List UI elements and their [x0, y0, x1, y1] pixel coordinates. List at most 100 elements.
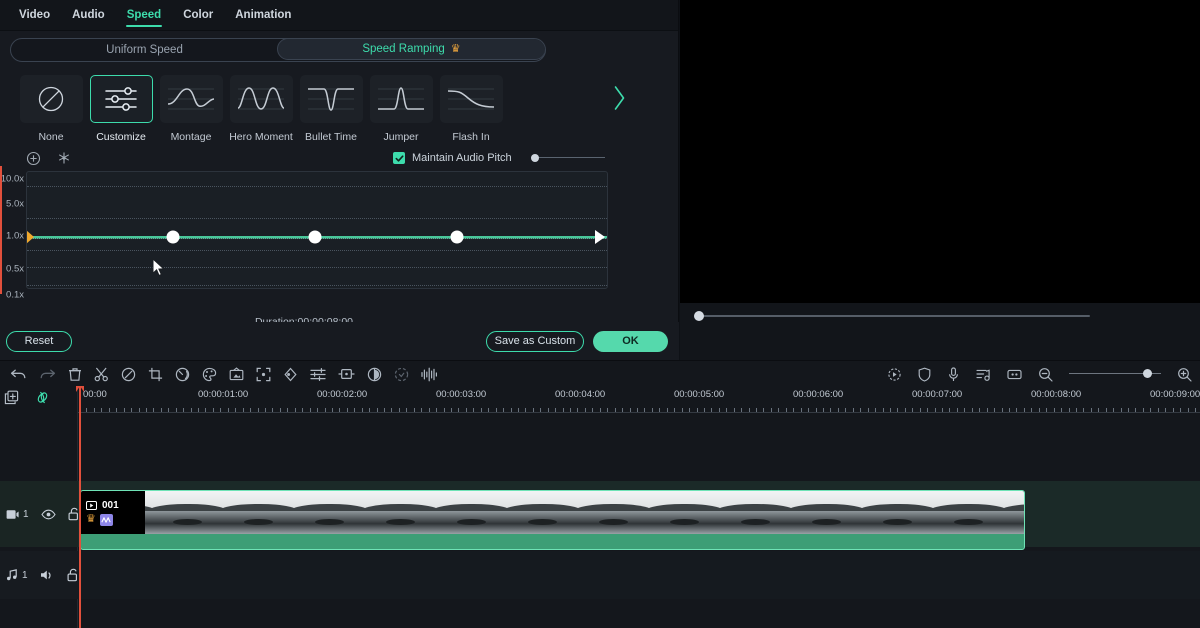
ruler-tick [956, 408, 958, 412]
curve-end-handle[interactable] [595, 230, 605, 244]
ruler-tick [994, 408, 996, 412]
speed-button[interactable] [175, 367, 190, 382]
auto-reframe-button[interactable] [256, 367, 271, 382]
unlock-icon[interactable] [67, 568, 79, 582]
speed-ramp-icon [99, 513, 113, 526]
preset-montage[interactable]: Montage [156, 75, 226, 143]
preset-hero-moment[interactable]: Hero Moment [226, 75, 296, 143]
filmstrip-frame [365, 491, 436, 534]
audio-track-lane[interactable] [78, 551, 1200, 599]
save-as-custom-button[interactable]: Save as Custom [486, 330, 584, 352]
slider-knob[interactable] [530, 154, 539, 162]
split-button[interactable] [94, 367, 109, 382]
speed-curve-canvas[interactable] [26, 171, 608, 289]
detach-audio-button[interactable] [367, 367, 382, 382]
speaker-icon[interactable] [40, 569, 55, 581]
video-track-number: 1 [23, 508, 29, 520]
undo-button[interactable] [10, 367, 27, 382]
speed-mode-switch[interactable]: Uniform Speed Speed Ramping ♛ [10, 38, 546, 62]
filmstrip-frame [1004, 491, 1024, 534]
curve-playhead[interactable] [0, 166, 2, 294]
ruler-tick [168, 408, 170, 412]
preview-seek-slider[interactable] [694, 310, 1090, 322]
video-track-icon [6, 509, 19, 519]
ruler-tick [577, 408, 579, 412]
audio-waveform-button[interactable] [421, 367, 437, 382]
crop-button[interactable] [148, 367, 163, 382]
audio-track-header[interactable]: 1 [0, 551, 78, 599]
ruler-tick [361, 408, 363, 412]
ruler-tick [942, 408, 944, 412]
stabilization-button[interactable] [394, 367, 409, 382]
delete-button[interactable] [68, 367, 82, 382]
marker-button[interactable] [1007, 368, 1022, 381]
ruler-timecode-label: 00:00:01:00 [198, 389, 249, 400]
reset-button[interactable]: Reset [6, 330, 72, 352]
preset-jumper[interactable]: Jumper [366, 75, 436, 143]
ruler-tick [1195, 408, 1196, 412]
link-clips-button[interactable] [35, 390, 50, 405]
ruler-tick [287, 408, 289, 412]
record-button[interactable] [887, 367, 902, 382]
zoom-in-button[interactable] [1177, 367, 1192, 382]
preset-bullet-time[interactable]: Bullet Time [296, 75, 366, 143]
eye-icon[interactable] [40, 509, 56, 520]
ruler-tick [800, 408, 802, 412]
zoom-out-button[interactable] [1038, 367, 1053, 382]
tab-speed-ramping[interactable]: Speed Ramping ♛ [277, 39, 545, 60]
ruler-tick [339, 408, 341, 412]
ruler-tick [1009, 408, 1010, 412]
audio-mixer-button[interactable] [976, 367, 991, 382]
ruler-tick [86, 408, 88, 412]
green-screen-button[interactable] [229, 366, 244, 382]
ruler-tick [1090, 408, 1092, 412]
add-media-button[interactable] [4, 390, 19, 405]
curve-keyframe[interactable] [450, 230, 464, 244]
curve-start-handle[interactable] [27, 230, 34, 244]
curve-keyframe[interactable] [166, 230, 180, 244]
freeze-frame-button[interactable] [338, 367, 355, 381]
timeline-clip[interactable]: 001 ♛ [80, 490, 1025, 550]
preset-flash-in[interactable]: Flash In [436, 75, 506, 143]
zoom-slider-knob[interactable] [1143, 369, 1152, 378]
timeline-playhead[interactable] [76, 386, 83, 628]
y-axis-label: 10.0x [0, 173, 24, 185]
preview-seek-knob[interactable] [694, 311, 704, 321]
ruler-tick [547, 408, 549, 412]
ruler-tick [733, 408, 735, 412]
mask-button[interactable] [121, 367, 136, 382]
preset-customize[interactable]: Customize [86, 75, 156, 143]
add-keyframe-icon[interactable] [26, 151, 41, 166]
ruler-tick [369, 408, 371, 412]
keyframe-button[interactable] [283, 367, 298, 382]
freeze-frame-icon[interactable] [57, 151, 71, 165]
maintain-audio-pitch-checkbox[interactable] [393, 152, 405, 164]
curve-smoothness-slider[interactable] [530, 152, 605, 164]
tab-video[interactable]: Video [8, 0, 61, 31]
redo-button[interactable] [39, 367, 56, 382]
tab-audio[interactable]: Audio [61, 0, 116, 31]
ruler-tick [421, 408, 423, 412]
ruler-tick [212, 408, 214, 412]
ruler-tick [1046, 408, 1048, 412]
curve-keyframe[interactable] [308, 230, 322, 244]
tab-animation[interactable]: Animation [224, 0, 302, 31]
adjust-button[interactable] [310, 367, 326, 382]
ruler-tick [346, 408, 348, 412]
ruler-tick [689, 408, 691, 412]
video-preview-stage[interactable] [680, 0, 1200, 303]
curve-toolbar: Maintain Audio Pitch [0, 145, 678, 171]
tab-color[interactable]: Color [172, 0, 224, 31]
timeline-ruler[interactable]: 00:00 00:00:01:00 00:00:02:00 00:00:03:00 00… [78, 386, 1200, 414]
video-track-header[interactable]: 1 [0, 481, 78, 547]
microphone-button[interactable] [947, 366, 960, 382]
ruler-tick [532, 408, 534, 412]
color-button[interactable] [202, 367, 217, 382]
tab-uniform-speed[interactable]: Uniform Speed [11, 39, 278, 61]
presets-next-chevron-icon[interactable] [608, 83, 630, 113]
timeline-zoom-slider[interactable] [1069, 369, 1161, 379]
shield-button[interactable] [918, 367, 931, 382]
tab-speed[interactable]: Speed [116, 0, 173, 31]
ok-button[interactable]: OK [593, 330, 668, 352]
preset-none[interactable]: None [16, 75, 86, 143]
